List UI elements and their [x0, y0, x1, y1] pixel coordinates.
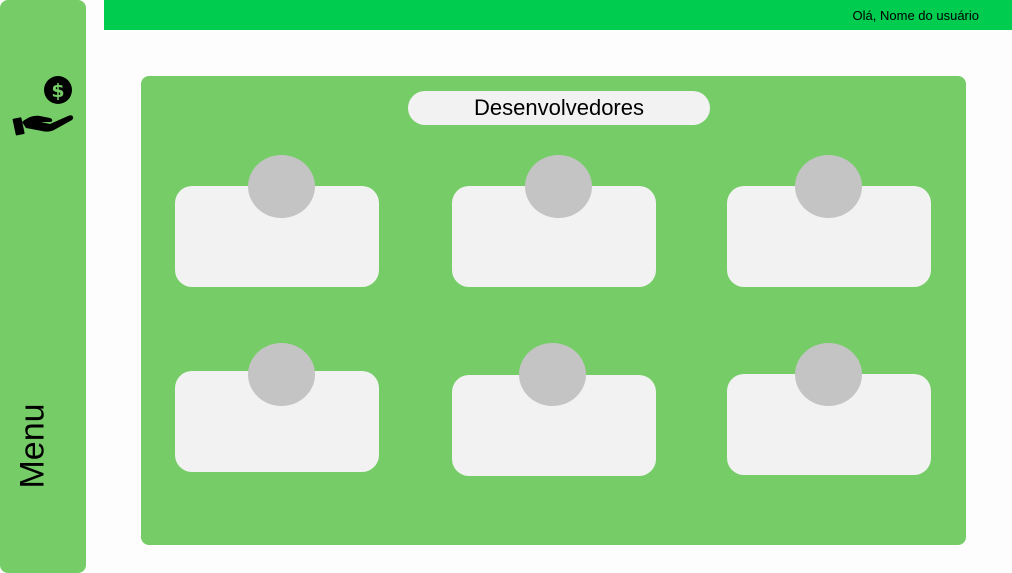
menu-button[interactable]: Menu [14, 403, 53, 488]
developer-avatar [795, 155, 862, 218]
developer-avatar [248, 155, 315, 218]
page-title: Desenvolvedores [408, 91, 710, 125]
developer-avatar [795, 343, 862, 406]
top-bar: Olá, Nome do usuário [104, 0, 1012, 30]
developer-avatar [519, 343, 586, 406]
svg-text:$: $ [51, 80, 64, 102]
hand-holding-dollar-icon[interactable]: $ [12, 74, 74, 136]
user-greeting: Olá, Nome do usuário [852, 8, 979, 23]
developer-avatar [248, 343, 315, 406]
developer-avatar [525, 155, 592, 218]
sidebar: $ Menu [0, 0, 86, 573]
